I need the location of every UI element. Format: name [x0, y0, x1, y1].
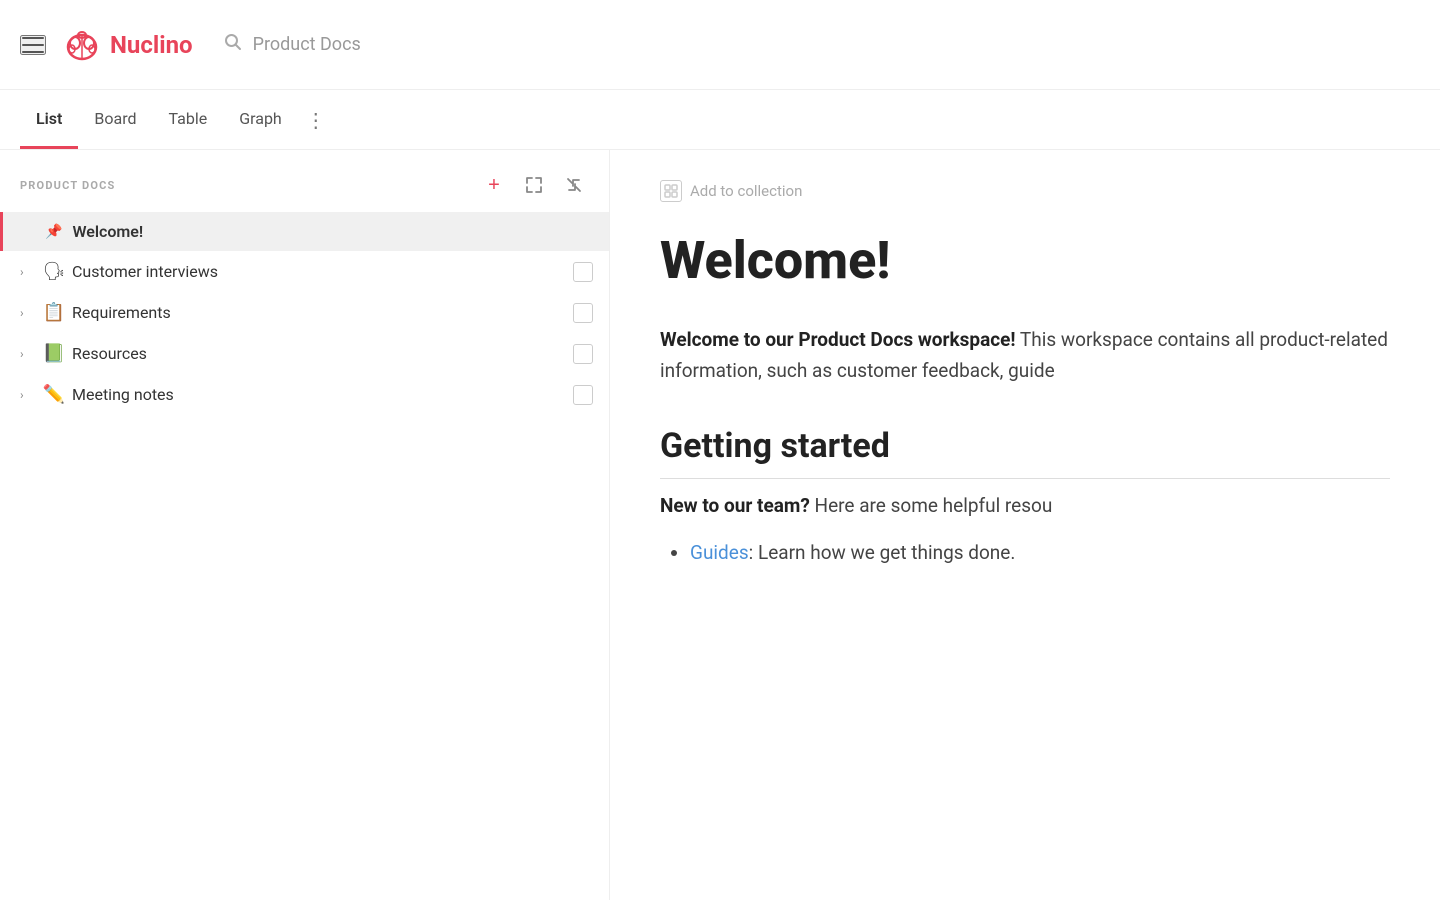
item-checkbox-requirements[interactable] [573, 303, 593, 323]
document-intro-paragraph: Welcome to our Product Docs workspace! T… [660, 325, 1390, 386]
add-to-collection-btn[interactable]: Add to collection [660, 180, 1390, 202]
sidebar-header: PRODUCT DOCS + [0, 150, 609, 212]
sidebar-item-meeting-notes[interactable]: › ✏️ Meeting notes [0, 374, 609, 415]
search-bar[interactable]: Product Docs [223, 32, 361, 57]
document-title: Welcome! [660, 232, 1390, 289]
document-content: Add to collection Welcome! Welcome to ou… [610, 150, 1440, 900]
hamburger-button[interactable] [20, 35, 46, 55]
new-to-team-bold: New to our team? [660, 494, 810, 517]
intro-bold: Welcome to our Product Docs workspace! [660, 328, 1016, 351]
getting-started-list: Guides: Learn how we get things done. [660, 541, 1390, 564]
item-checkbox-meeting-notes[interactable] [573, 385, 593, 405]
sidebar-title: PRODUCT DOCS [20, 179, 469, 192]
logo-link[interactable]: Nuclino [62, 25, 193, 65]
item-emoji-resources: 📗 [42, 343, 66, 364]
new-to-team-rest: Here are some helpful resou [810, 494, 1053, 517]
sidebar-item-customer-interviews[interactable]: › 🗣 Customer interviews [0, 251, 609, 292]
item-label-welcome: Welcome! [72, 222, 593, 241]
chevron-icon: › [20, 388, 36, 402]
app-header: Nuclino Product Docs [0, 0, 1440, 90]
add-item-button[interactable]: + [479, 170, 509, 200]
guides-rest: : Learn how we get things done. [749, 541, 1016, 564]
sidebar: PRODUCT DOCS + 📌 Welcome! [0, 150, 610, 900]
sidebar-item-welcome[interactable]: 📌 Welcome! [0, 212, 609, 251]
getting-started-heading: Getting started [660, 426, 1390, 479]
sidebar-item-requirements[interactable]: › 📋 Requirements [0, 292, 609, 333]
logo-text: Nuclino [110, 31, 193, 59]
tabs-more-button[interactable]: ⋮ [298, 90, 334, 149]
collapse-button[interactable] [559, 170, 589, 200]
logo-icon [62, 25, 102, 65]
collection-icon [660, 180, 682, 202]
tab-graph[interactable]: Graph [223, 90, 298, 149]
search-placeholder: Product Docs [253, 34, 361, 55]
list-item-guides: Guides: Learn how we get things done. [690, 541, 1390, 564]
new-to-team-paragraph: New to our team? Here are some helpful r… [660, 491, 1390, 521]
hamburger-line [22, 44, 44, 46]
chevron-icon: › [20, 306, 36, 320]
tab-table[interactable]: Table [153, 90, 224, 149]
item-label-meeting-notes: Meeting notes [72, 385, 567, 404]
item-emoji-customer-interviews: 🗣 [42, 261, 66, 282]
guides-link[interactable]: Guides [690, 541, 749, 564]
chevron-icon: › [20, 265, 36, 279]
sidebar-item-resources[interactable]: › 📗 Resources [0, 333, 609, 374]
search-icon [223, 32, 243, 57]
item-label-customer-interviews: Customer interviews [72, 262, 567, 281]
hamburger-line [22, 51, 44, 53]
main-layout: PRODUCT DOCS + 📌 Welcome! [0, 150, 1440, 900]
item-checkbox-resources[interactable] [573, 344, 593, 364]
item-checkbox-customer-interviews[interactable] [573, 262, 593, 282]
item-emoji-requirements: 📋 [42, 302, 66, 323]
hamburger-line [22, 37, 44, 39]
tab-board[interactable]: Board [78, 90, 152, 149]
item-label-requirements: Requirements [72, 303, 567, 322]
tab-list[interactable]: List [20, 90, 78, 149]
pin-icon: 📌 [45, 224, 62, 240]
sidebar-items: 📌 Welcome! › 🗣 Customer interviews › 📋 R… [0, 212, 609, 900]
chevron-icon: › [20, 347, 36, 361]
item-emoji-meeting-notes: ✏️ [42, 384, 66, 405]
add-to-collection-label: Add to collection [690, 182, 802, 200]
view-tabs: List Board Table Graph ⋮ [0, 90, 1440, 150]
item-label-resources: Resources [72, 344, 567, 363]
expand-button[interactable] [519, 170, 549, 200]
